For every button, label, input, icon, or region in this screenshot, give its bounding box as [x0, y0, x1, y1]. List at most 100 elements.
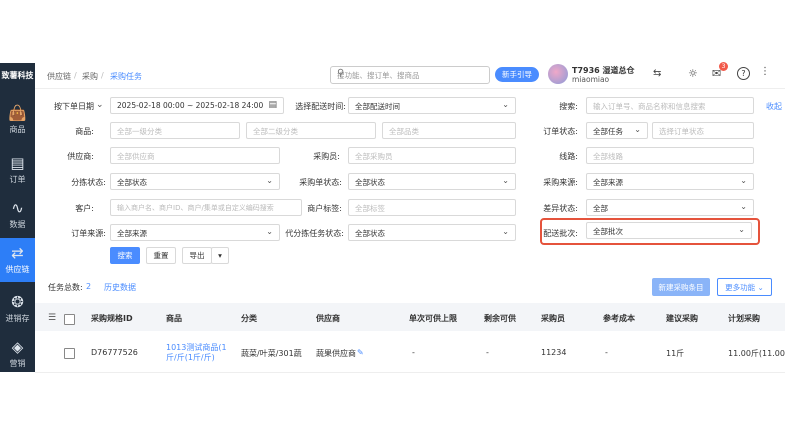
source-select[interactable]: 全部来源 ⌄ [586, 173, 754, 190]
order-status-detail-select[interactable]: 选择订单状态 [652, 122, 754, 139]
order-status-select[interactable]: 全部任务 ⌄ [586, 122, 648, 139]
column-header: 剩余可供 [484, 314, 516, 323]
task-count: 2 [86, 282, 92, 291]
chevron-down-icon: ⌄ [757, 283, 764, 292]
row-checkbox[interactable] [64, 348, 75, 359]
nav-item-goods[interactable]: 👜 商品 [0, 98, 35, 142]
purchase-order-status-label: 采购单状态: [299, 178, 342, 187]
cell-goods-link[interactable]: 1013测试商品(1斤/斤(1斤/斤) [166, 343, 234, 363]
more-functions-label: 更多功能 [725, 283, 756, 292]
buyer-label: 采购员: [313, 152, 340, 161]
cell-suggest: 11斤 [666, 349, 685, 358]
order-search-input[interactable]: 输入订单号、商品名称和信息搜索 [586, 97, 754, 114]
switch-icon[interactable]: ⇆ [653, 68, 661, 79]
split-status-select[interactable]: 全部状态 ⌄ [110, 173, 280, 190]
cell-plan: 11.00斤(11.00斤 [728, 349, 785, 358]
column-header: 参考成本 [603, 314, 635, 323]
purchase-order-status-select[interactable]: 全部状态 ⌄ [348, 173, 516, 190]
column-header: 分类 [241, 314, 257, 323]
column-header: 采购员 [541, 314, 565, 323]
route-label: 线路: [559, 152, 578, 161]
chevron-down-icon: ⌄ [96, 100, 104, 110]
route-select[interactable]: 全部线路 [586, 147, 754, 164]
customer-input[interactable]: 输入商户名、商户ID、商户/集单或自定义编码搜索 [110, 199, 302, 216]
buyer-select[interactable]: 全部采购员 [348, 147, 516, 164]
route-placeholder: 全部线路 [593, 152, 623, 161]
breadcrumb-separator: / [74, 71, 77, 80]
supplier-select[interactable]: 全部供应商 [110, 147, 280, 164]
breadcrumb-item[interactable]: 供应链 [47, 71, 71, 82]
caret-down-icon: ▾ [218, 251, 222, 260]
order-status-detail-placeholder: 选择订单状态 [659, 127, 704, 136]
notification-badge: 3 [719, 62, 728, 71]
agent-status-select[interactable]: 全部状态 ⌄ [348, 224, 516, 241]
guide-button[interactable]: 新手引导 [495, 67, 539, 82]
cell-remain: - [486, 348, 489, 357]
category-level1-placeholder: 全部一级分类 [117, 127, 162, 136]
breadcrumb-current: 采购任务 [110, 72, 142, 81]
breadcrumb-separator: / [101, 71, 104, 80]
nav-item-inventory[interactable]: ❂ 进销存 [0, 287, 35, 331]
reset-button[interactable]: 重置 [146, 247, 176, 264]
split-status-value: 全部状态 [117, 178, 147, 187]
purchase-order-status-value: 全部状态 [355, 178, 385, 187]
customer-placeholder: 输入商户名、商户ID、商户/集单或自定义编码搜索 [117, 204, 274, 212]
order-date-label[interactable]: 按下单日期 [42, 101, 94, 112]
batch-label: 配送批次: [543, 229, 578, 238]
nav-item-supply-chain[interactable]: ⇄ 供应链 [0, 238, 35, 282]
cell-limit: - [412, 348, 415, 357]
search-button[interactable]: 搜索 [110, 247, 140, 264]
chevron-down-icon: ⌄ [266, 176, 273, 185]
brand-logo: 致薯科技 [0, 63, 35, 88]
more-functions-button[interactable]: 更多功能 ⌄ [717, 278, 772, 296]
more-vert-icon[interactable]: ⋮ [760, 66, 770, 77]
select-all-checkbox[interactable] [64, 314, 75, 325]
nav-item-label: 供应链 [5, 265, 30, 274]
nav-item-label: 进销存 [5, 314, 30, 323]
diff-status-select[interactable]: 全部 ⌄ [586, 199, 754, 216]
column-header: 采购规格ID [91, 314, 133, 323]
column-settings-icon[interactable]: ☰ [48, 313, 56, 323]
order-status-label: 订单状态: [543, 127, 578, 136]
edit-icon[interactable]: ✎ [357, 348, 364, 357]
nav-item-data[interactable]: ∿ 数据 [0, 193, 35, 237]
collapse-link[interactable]: 收起 [766, 101, 782, 112]
category-level2-placeholder: 全部二级分类 [253, 127, 298, 136]
goods-label: 商品: [75, 127, 94, 136]
nav-item-marketing[interactable]: ◈ 营销 [0, 332, 35, 372]
inventory-icon: ❂ [11, 293, 24, 311]
cell-spec-id: D76777526 [91, 348, 138, 357]
new-purchase-button[interactable]: 新建采购条目 [652, 278, 710, 296]
batch-select[interactable]: 全部批次 ⌄ [586, 222, 752, 239]
service-icon[interactable]: ☼ [688, 67, 698, 80]
cell-buyer: 11234 [541, 348, 567, 357]
export-button[interactable]: 导出 [182, 247, 212, 264]
source-value: 全部来源 [593, 178, 623, 187]
help-icon[interactable]: ? [737, 67, 750, 80]
chevron-down-icon: ⌄ [502, 227, 509, 236]
breadcrumb-item[interactable]: 采购 [82, 71, 98, 82]
supply-chain-icon: ⇄ [11, 244, 24, 262]
category-level2-select[interactable]: 全部二级分类 [246, 122, 376, 139]
history-link[interactable]: 历史数据 [104, 282, 136, 293]
agent-status-value: 全部状态 [355, 229, 385, 238]
supplier-placeholder: 全部供应商 [117, 152, 155, 161]
goods-select[interactable]: 全部品类 [382, 122, 516, 139]
delivery-time-select[interactable]: 全部配送时间 ⌄ [348, 97, 516, 114]
source-label: 采购来源: [543, 178, 578, 187]
order-source-select[interactable]: 全部来源 ⌄ [110, 224, 280, 241]
column-header: 建议采购 [666, 314, 698, 323]
date-range-picker[interactable]: 2025-02-18 00:00 ~ 2025-02-18 24:00 ▤ [110, 97, 284, 114]
export-dropdown-button[interactable]: ▾ [211, 247, 229, 264]
avatar[interactable] [548, 64, 568, 84]
global-search-input[interactable]: 搜功能、搜订单、搜商品 ⚲ [330, 66, 490, 84]
chevron-down-icon: ⌄ [502, 176, 509, 185]
batch-value: 全部批次 [593, 227, 623, 236]
category-level1-select[interactable]: 全部一级分类 [110, 122, 240, 139]
delivery-time-value: 全部配送时间 [355, 102, 400, 111]
calendar-icon: ▤ [268, 100, 277, 110]
buyer-placeholder: 全部采购员 [355, 152, 393, 161]
nav-item-orders[interactable]: ▤ 订单 [0, 148, 35, 192]
tag-select[interactable]: 全部标签 [348, 199, 516, 216]
supplier-label: 供应商: [67, 152, 94, 161]
